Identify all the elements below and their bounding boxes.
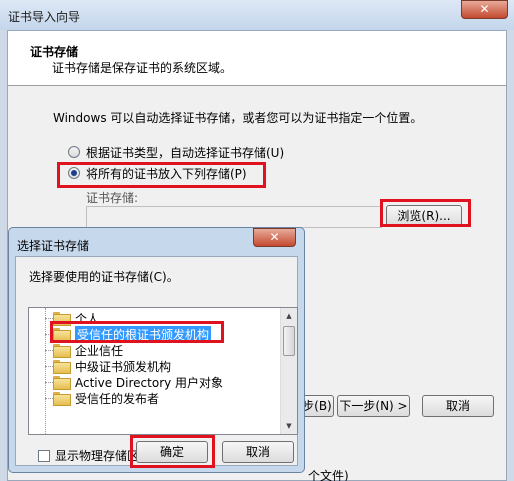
radio-auto-label: 根据证书类型，自动选择证书存储(U) bbox=[86, 145, 285, 160]
dialog-prompt: 选择要使用的证书存储(C)。 bbox=[29, 270, 179, 284]
folder-icon bbox=[53, 392, 71, 406]
radio-button-icon[interactable] bbox=[68, 146, 80, 158]
highlight-box-radio bbox=[57, 162, 266, 188]
scroll-thumb[interactable] bbox=[283, 326, 295, 356]
tree-item-enterprise-trust[interactable]: 企业信任 bbox=[45, 342, 123, 358]
wizard-header: 证书存储 证书存储是保存证书的系统区域。 bbox=[8, 31, 506, 86]
tree-connector bbox=[45, 308, 46, 434]
highlight-box-trusted-root bbox=[50, 321, 224, 343]
select-certificate-store-dialog: 选择证书存储 ✕ 选择要使用的证书存储(C)。 个人 受信任的根证书颁发机构 企… bbox=[8, 227, 305, 473]
highlight-box-browse bbox=[380, 199, 471, 227]
dialog-body: 选择要使用的证书存储(C)。 个人 受信任的根证书颁发机构 企业信任 中级证书颁… bbox=[15, 256, 298, 468]
dialog-cancel-button[interactable]: 取消 bbox=[222, 441, 294, 463]
tree-item-trusted-publishers[interactable]: 受信任的发布者 bbox=[45, 390, 159, 406]
certificate-store-field bbox=[86, 206, 382, 228]
folder-icon bbox=[53, 360, 71, 374]
page-description: 证书存储是保存证书的系统区域。 bbox=[52, 61, 233, 75]
intro-text: Windows 可以自动选择证书存储，或者您可以为证书指定一个位置。 bbox=[53, 111, 423, 125]
certificate-store-label: 证书存储: bbox=[86, 191, 139, 205]
window-title: 证书导入向导 bbox=[8, 10, 81, 24]
folder-icon bbox=[53, 344, 71, 358]
scroll-down-icon[interactable]: ▼ bbox=[281, 418, 297, 434]
status-fragment: 个文件) bbox=[308, 469, 349, 481]
page-title: 证书存储 bbox=[30, 45, 79, 59]
tree-scrollbar[interactable]: ▲ ▼ bbox=[280, 308, 297, 434]
highlight-box-ok bbox=[130, 435, 215, 468]
next-button[interactable]: 下一步(N) > bbox=[337, 395, 410, 417]
close-button[interactable]: ✕ bbox=[461, 0, 508, 19]
radio-auto-select[interactable]: 根据证书类型，自动选择证书存储(U) bbox=[68, 144, 284, 160]
folder-icon bbox=[53, 376, 71, 390]
tree-item-active-directory[interactable]: Active Directory 用户对象 bbox=[45, 374, 223, 390]
tree-item-intermediate[interactable]: 中级证书颁发机构 bbox=[45, 358, 171, 374]
dialog-close-button[interactable]: ✕ bbox=[253, 228, 296, 247]
scroll-up-icon[interactable]: ▲ bbox=[281, 308, 297, 324]
checkbox-icon[interactable] bbox=[38, 449, 50, 462]
wizard-cancel-button[interactable]: 取消 bbox=[422, 395, 494, 417]
dialog-title: 选择证书存储 bbox=[17, 239, 90, 253]
wizard-titlebar: 证书导入向导 ✕ bbox=[0, 0, 514, 30]
